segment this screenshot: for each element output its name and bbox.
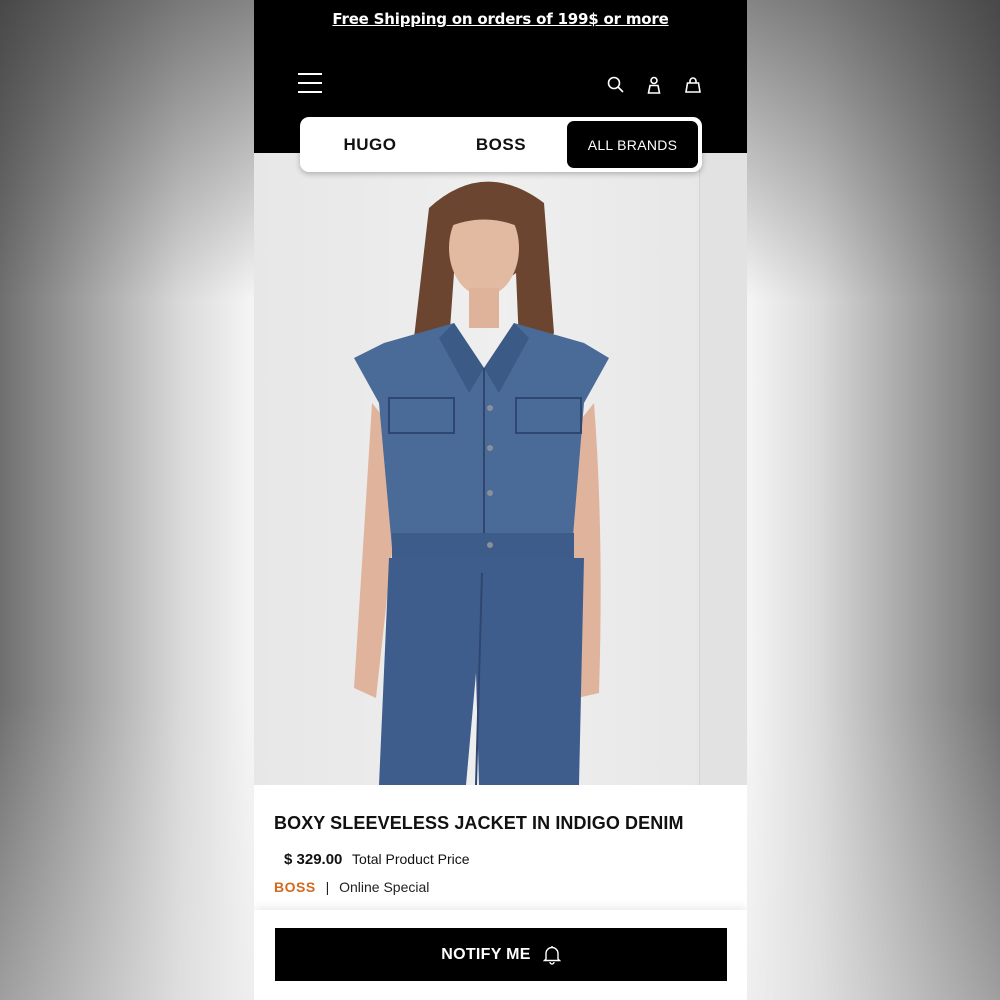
mobile-screen: Free Shipping on orders of 199$ or more … — [254, 0, 747, 1000]
user-icon[interactable] — [644, 75, 664, 95]
price-row: $ 329.00 Total Product Price — [284, 851, 470, 868]
bell-icon — [542, 945, 561, 965]
brand-badge[interactable]: BOSS — [274, 879, 316, 895]
model-illustration — [354, 181, 609, 785]
product-info: BOXY SLEEVELESS JACKET IN INDIGO DENIM $… — [254, 785, 747, 910]
notify-me-label: NOTIFY ME — [441, 945, 531, 963]
product-title: BOXY SLEEVELESS JACKET IN INDIGO DENIM — [274, 813, 684, 833]
brand-row: BOSS | Online Special — [274, 879, 429, 895]
tab-hugo[interactable]: HUGO — [304, 121, 436, 168]
tab-boss[interactable]: BOSS — [436, 121, 566, 168]
price-label: Total Product Price — [352, 851, 470, 867]
notify-me-button[interactable]: NOTIFY ME — [275, 928, 727, 981]
product-image[interactable] — [254, 153, 747, 785]
separator: | — [325, 879, 330, 895]
brand-switcher: HUGO BOSS ALL BRANDS — [300, 117, 702, 172]
hamburger-menu-icon[interactable] — [298, 73, 322, 93]
search-icon[interactable] — [606, 75, 626, 95]
sticky-footer: NOTIFY ME — [254, 910, 747, 1000]
free-shipping-banner[interactable]: Free Shipping on orders of 199$ or more — [254, 10, 747, 28]
online-special-tag: Online Special — [339, 879, 430, 895]
shopping-bag-icon[interactable] — [683, 75, 703, 95]
product-price: $ 329.00 — [284, 851, 343, 868]
next-image-peek[interactable] — [699, 153, 747, 785]
tab-all-brands[interactable]: ALL BRANDS — [567, 121, 698, 168]
